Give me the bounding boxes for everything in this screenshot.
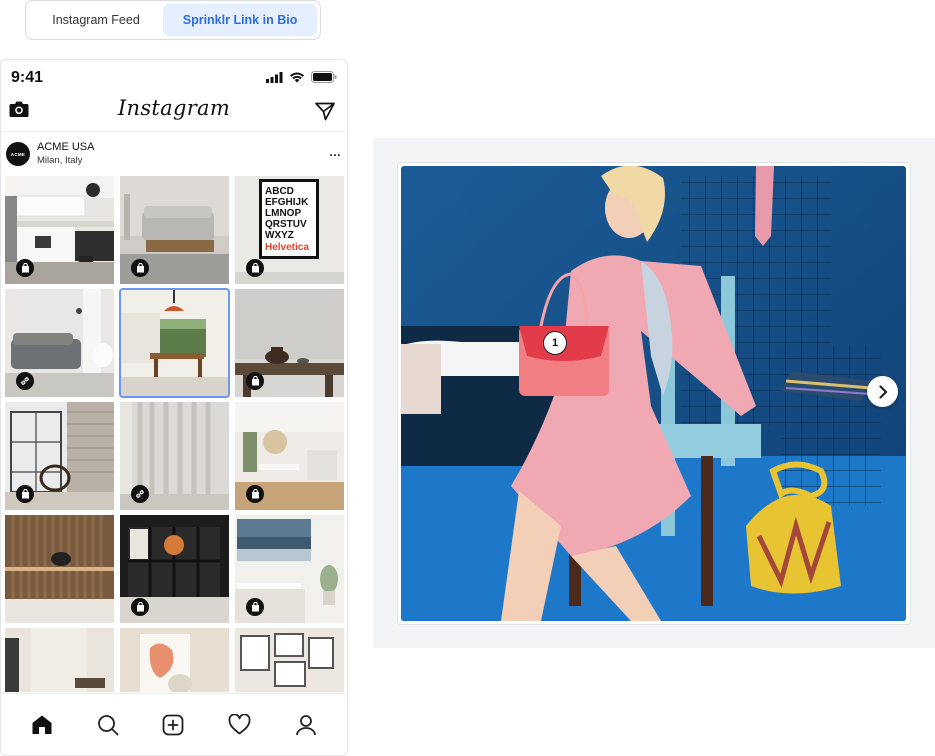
next-arrow-button[interactable] [867, 376, 898, 407]
profile-header: ACME ACME USA Milan, Italy ... [1, 136, 347, 172]
add-icon[interactable] [162, 714, 184, 736]
status-bar: 9:41 [1, 60, 347, 94]
more-options-icon[interactable]: ... [329, 145, 341, 159]
wifi-icon [290, 72, 304, 82]
grid-tile[interactable] [235, 628, 344, 692]
grid-tile[interactable] [5, 628, 114, 692]
profile-location: Milan, Italy [37, 155, 83, 166]
tab-sprinklr-link-in-bio[interactable]: Sprinklr Link in Bio [163, 4, 317, 36]
shopping-bag-icon [131, 598, 149, 616]
avatar[interactable]: ACME [6, 142, 30, 166]
battery-icon [311, 71, 337, 83]
svg-text:EFGHIJK: EFGHIJK [265, 197, 309, 208]
link-icon [131, 485, 149, 503]
shopping-bag-icon [16, 259, 34, 277]
shopping-bag-icon [246, 485, 264, 503]
status-icons [266, 71, 337, 83]
svg-text:QRSTUV: QRSTUV [265, 219, 307, 230]
heart-icon[interactable] [228, 714, 251, 735]
link-icon [16, 372, 34, 390]
grid-tile-selected[interactable] [119, 288, 230, 398]
shopping-bag-icon [246, 372, 264, 390]
shopping-bag-icon [131, 259, 149, 277]
phone-mockup: 9:41 Instagram ACME ACME USA Milan, Ital… [0, 59, 348, 756]
chevron-right-icon [878, 384, 887, 399]
photo-grid: ABCD EFGHIJK LMNOP QRSTUV WXYZ Helvetica [5, 176, 345, 692]
search-icon[interactable] [97, 714, 119, 736]
svg-text:ABCD: ABCD [265, 186, 294, 197]
profile-icon[interactable] [295, 714, 317, 736]
send-icon[interactable] [315, 102, 335, 126]
svg-text:Helvetica: Helvetica [265, 242, 309, 253]
grid-tile[interactable] [5, 515, 114, 623]
bottom-tab-bar [1, 693, 347, 755]
status-time: 9:41 [11, 69, 44, 86]
profile-name[interactable]: ACME USA [37, 141, 94, 153]
tab-instagram-feed[interactable]: Instagram Feed [29, 4, 163, 36]
svg-text:WXYZ: WXYZ [265, 230, 294, 241]
view-toggle: Instagram Feed Sprinklr Link in Bio [25, 0, 321, 40]
signal-icon [266, 71, 283, 83]
shopping-bag-icon [16, 485, 34, 503]
grid-tile[interactable] [120, 628, 229, 692]
fashion-photo [401, 166, 906, 621]
instagram-app-bar: Instagram [1, 94, 347, 132]
home-icon[interactable] [31, 714, 53, 735]
shopping-bag-icon [246, 259, 264, 277]
shopping-bag-icon [246, 598, 264, 616]
product-tag[interactable]: 1 [543, 331, 567, 355]
svg-text:LMNOP: LMNOP [265, 208, 301, 219]
instagram-logo: Instagram [117, 96, 231, 120]
